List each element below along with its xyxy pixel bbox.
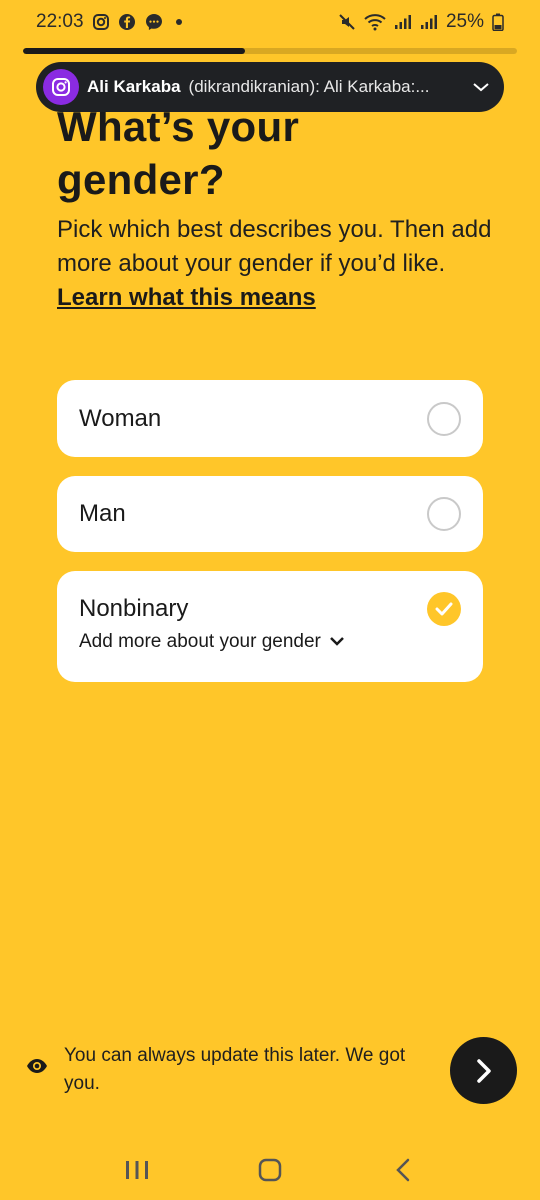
recents-icon	[125, 1161, 148, 1179]
notification-banner[interactable]: Ali Karkaba (dikrandikranian): Ali Karka…	[36, 62, 504, 112]
privacy-note: You can always update this later. We got…	[26, 1042, 426, 1098]
status-time: 22:03	[36, 11, 84, 32]
instagram-icon	[43, 69, 79, 105]
chevron-down-icon[interactable]	[472, 81, 490, 93]
recents-button[interactable]	[107, 1145, 167, 1195]
back-button[interactable]	[373, 1145, 433, 1195]
chevron-right-icon	[476, 1058, 491, 1083]
title-line-2: gender?	[57, 156, 225, 203]
notification-dot	[175, 19, 182, 25]
back-icon	[396, 1158, 410, 1182]
gender-option-man[interactable]: Man	[57, 476, 483, 552]
subtitle-text: Pick which best describes you. Then add …	[57, 216, 492, 277]
learn-more-link[interactable]: Learn what this means	[57, 284, 316, 311]
page-title: What’s your gender?	[57, 100, 497, 206]
system-nav-bar	[0, 1140, 540, 1200]
mute-icon	[338, 13, 356, 31]
next-button[interactable]	[450, 1037, 517, 1104]
radio-button[interactable]	[427, 497, 461, 531]
notification-text: (dikrandikranian): Ali Karkaba:...	[188, 77, 430, 96]
instagram-icon	[92, 13, 110, 31]
status-bar: 22:03 25%	[0, 0, 540, 44]
chevron-down-icon	[329, 631, 345, 653]
radio-button[interactable]	[427, 401, 461, 436]
wifi-icon	[364, 13, 386, 31]
facebook-icon	[118, 13, 136, 31]
footer-text: You can always update this later. We got…	[64, 1045, 406, 1094]
status-right: 25%	[338, 11, 504, 33]
option-label: Nonbinary	[79, 595, 189, 622]
status-left: 22:03	[36, 11, 182, 33]
battery-percent: 25%	[445, 11, 484, 32]
checkmark-radio-selected[interactable]	[427, 592, 461, 626]
home-icon	[258, 1158, 282, 1182]
gender-option-nonbinary[interactable]: Nonbinary Add more about your gender	[57, 571, 483, 682]
messenger-icon	[144, 12, 164, 32]
check-icon	[435, 602, 453, 616]
option-label: Woman	[79, 404, 162, 432]
battery-icon	[492, 13, 504, 31]
home-button[interactable]	[240, 1145, 300, 1195]
add-more-gender-toggle[interactable]: Add more about your gender	[79, 631, 461, 653]
signal-icon	[394, 14, 412, 30]
notification-sender: Ali Karkaba	[87, 77, 181, 96]
onboarding-progress	[23, 48, 517, 54]
signal-icon	[420, 14, 438, 30]
add-more-label: Add more about your gender	[79, 631, 321, 652]
option-label: Man	[79, 500, 126, 527]
page-subtitle: Pick which best describes you. Then add …	[57, 213, 497, 315]
progress-fill	[23, 48, 246, 54]
gender-option-woman[interactable]: Woman	[57, 380, 483, 457]
eye-icon	[26, 1058, 48, 1079]
